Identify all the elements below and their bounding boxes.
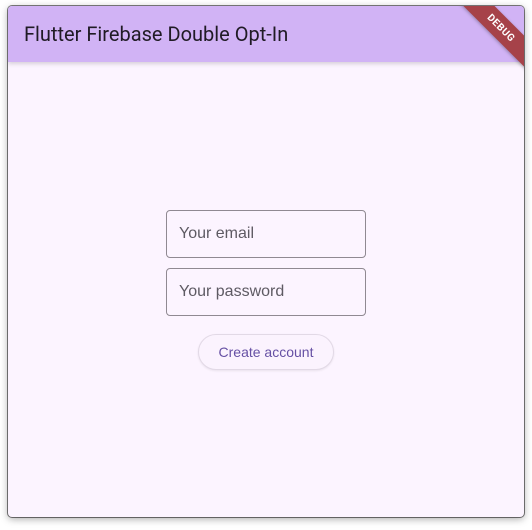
- app-bar-title: Flutter Firebase Double Opt-In: [24, 22, 288, 46]
- app-window: Flutter Firebase Double Opt-In DEBUG Cre…: [8, 6, 524, 517]
- create-account-button[interactable]: Create account: [198, 334, 335, 370]
- password-field[interactable]: [166, 268, 366, 316]
- email-field[interactable]: [166, 210, 366, 258]
- form-body: Create account: [8, 62, 524, 517]
- app-bar: Flutter Firebase Double Opt-In: [8, 6, 524, 62]
